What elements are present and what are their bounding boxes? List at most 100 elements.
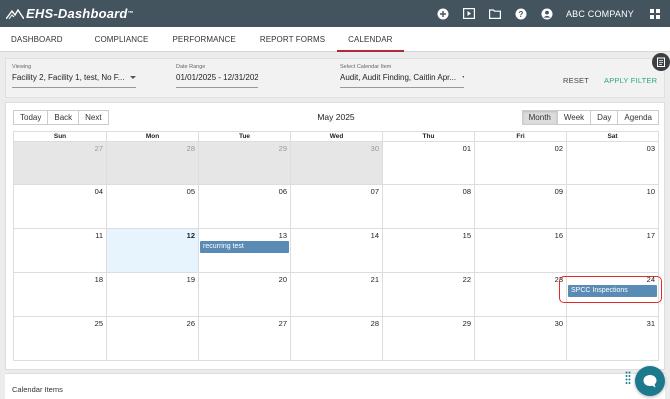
day-number[interactable]: 18 (95, 275, 103, 284)
date-range-filter[interactable]: Date Range 01/01/2025 - 12/31/2025 (176, 64, 258, 88)
day-number[interactable]: 28 (371, 319, 379, 328)
day-number[interactable]: 10 (647, 187, 655, 196)
calendar-event[interactable]: recurring test (200, 241, 289, 253)
day-cell[interactable]: 16 (474, 229, 566, 272)
day-cell[interactable]: 25 (14, 317, 106, 360)
viewing-filter[interactable]: Viewing Facility 2, Facility 1, test, No… (12, 64, 136, 88)
day-cell[interactable]: 01 (382, 142, 474, 184)
nav-calendar[interactable]: CALENDAR (337, 27, 404, 52)
chat-button[interactable] (635, 366, 665, 396)
day-number[interactable]: 29 (279, 144, 287, 153)
day-cell[interactable]: 15 (382, 229, 474, 272)
help-icon[interactable]: ? (514, 7, 528, 21)
day-number[interactable]: 02 (555, 144, 563, 153)
nav-dashboard[interactable]: DASHBOARD (0, 27, 74, 51)
day-cell-today[interactable]: 12 (106, 229, 198, 272)
today-button[interactable]: Today (13, 110, 49, 125)
day-number[interactable]: 03 (647, 144, 655, 153)
view-month-button[interactable]: Month (521, 110, 558, 125)
day-cell[interactable]: 29 (382, 317, 474, 360)
day-number[interactable]: 27 (95, 144, 103, 153)
day-cell[interactable]: 17 (566, 229, 658, 272)
apps-grid-icon[interactable] (648, 7, 662, 21)
view-day-button[interactable]: Day (591, 110, 619, 125)
day-number[interactable]: 20 (279, 275, 287, 284)
day-number[interactable]: 29 (463, 319, 471, 328)
day-number[interactable]: 31 (647, 319, 655, 328)
day-cell[interactable]: 27 (14, 142, 106, 184)
user-icon[interactable] (540, 7, 554, 21)
day-cell[interactable]: 20 (198, 273, 290, 316)
day-cell[interactable]: 31 (566, 317, 658, 360)
calendar-item-select[interactable]: Audit, Audit Finding, Caitlin Apr... (340, 73, 464, 88)
day-cell[interactable]: 30 (290, 142, 382, 184)
view-agenda-button[interactable]: Agenda (618, 110, 659, 125)
view-week-button[interactable]: Week (557, 110, 592, 125)
apply-filter-button[interactable]: APPLY FILTER (604, 76, 657, 85)
day-cell[interactable]: 21 (290, 273, 382, 316)
day-number[interactable]: 11 (95, 231, 103, 240)
day-cell[interactable]: 03 (566, 142, 658, 184)
day-number[interactable]: 13 (279, 231, 287, 240)
notes-button[interactable] (652, 53, 670, 71)
app-logo[interactable]: EHS-Dashboard ™ (6, 6, 134, 21)
drag-handle-icon[interactable] (625, 371, 631, 385)
day-cell[interactable]: 30 (474, 317, 566, 360)
day-cell[interactable]: 29 (198, 142, 290, 184)
next-button[interactable]: Next (79, 110, 109, 125)
day-cell[interactable]: 14 (290, 229, 382, 272)
day-cell[interactable]: 10 (566, 185, 658, 228)
calendar-event[interactable]: SPCC Inspections (568, 285, 657, 297)
day-number[interactable]: 04 (95, 187, 103, 196)
day-cell[interactable]: 11 (14, 229, 106, 272)
reset-button[interactable]: RESET (563, 76, 589, 85)
day-cell[interactable]: 13 recurring test (198, 229, 290, 272)
day-number[interactable]: 28 (187, 144, 195, 153)
day-cell[interactable]: 18 (14, 273, 106, 316)
video-icon[interactable] (462, 7, 476, 21)
day-cell[interactable]: 05 (106, 185, 198, 228)
day-number[interactable]: 14 (371, 231, 379, 240)
day-number[interactable]: 24 (647, 275, 655, 284)
company-name[interactable]: ABC COMPANY (566, 9, 634, 19)
nav-compliance[interactable]: COMPLIANCE (84, 27, 160, 51)
nav-performance[interactable]: PERFORMANCE (161, 27, 246, 51)
calendar-item-filter[interactable]: Select Calendar Item Audit, Audit Findin… (340, 64, 464, 88)
day-cell[interactable]: 23 (474, 273, 566, 316)
day-cell[interactable]: 28 (290, 317, 382, 360)
day-number[interactable]: 12 (187, 231, 195, 240)
day-cell[interactable]: 28 (106, 142, 198, 184)
day-number[interactable]: 06 (279, 187, 287, 196)
day-number[interactable]: 21 (371, 275, 379, 284)
day-number[interactable]: 27 (279, 319, 287, 328)
day-cell[interactable]: 24 SPCC Inspections (566, 273, 658, 316)
add-circle-icon[interactable] (436, 7, 450, 21)
day-cell[interactable]: 08 (382, 185, 474, 228)
day-number[interactable]: 09 (555, 187, 563, 196)
day-cell[interactable]: 06 (198, 185, 290, 228)
day-number[interactable]: 19 (187, 275, 195, 284)
day-number[interactable]: 05 (187, 187, 195, 196)
day-number[interactable]: 26 (187, 319, 195, 328)
viewing-select[interactable]: Facility 2, Facility 1, test, No F... (12, 73, 136, 88)
day-number[interactable]: 23 (555, 275, 563, 284)
day-number[interactable]: 07 (371, 187, 379, 196)
day-number[interactable]: 08 (463, 187, 471, 196)
back-button[interactable]: Back (48, 110, 80, 125)
day-number[interactable]: 25 (95, 319, 103, 328)
day-number[interactable]: 01 (463, 144, 471, 153)
day-number[interactable]: 30 (555, 319, 563, 328)
day-cell[interactable]: 07 (290, 185, 382, 228)
day-cell[interactable]: 04 (14, 185, 106, 228)
day-number[interactable]: 15 (463, 231, 471, 240)
day-cell[interactable]: 22 (382, 273, 474, 316)
day-cell[interactable]: 19 (106, 273, 198, 316)
nav-report-forms[interactable]: REPORT FORMS (249, 27, 336, 51)
day-cell[interactable]: 26 (106, 317, 198, 360)
day-number[interactable]: 16 (555, 231, 563, 240)
day-number[interactable]: 22 (463, 275, 471, 284)
folder-icon[interactable] (488, 7, 502, 21)
day-number[interactable]: 30 (371, 144, 379, 153)
date-range-input[interactable]: 01/01/2025 - 12/31/2025 (176, 73, 258, 88)
day-number[interactable]: 17 (647, 231, 655, 240)
